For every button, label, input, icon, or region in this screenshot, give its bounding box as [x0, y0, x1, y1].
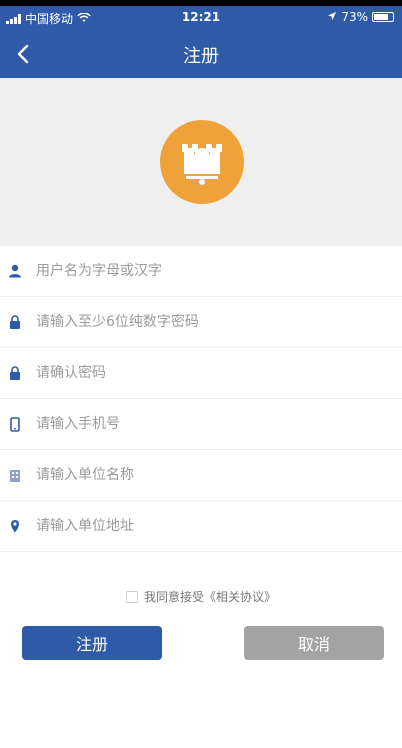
confirm-password-row — [0, 348, 402, 399]
location-arrow-icon — [327, 10, 337, 24]
password-input[interactable] — [36, 297, 402, 347]
logo-area — [0, 78, 402, 246]
company-address-input[interactable] — [36, 501, 402, 551]
password-row — [0, 297, 402, 348]
confirm-password-input[interactable] — [36, 348, 402, 398]
agreement-prefix: 我同意接受 — [143, 590, 204, 604]
status-bar: 中国移动 12:21 73% — [0, 6, 402, 28]
company-name-row — [0, 450, 402, 501]
register-button[interactable]: 注册 — [22, 626, 162, 660]
battery-percent: 73% — [341, 10, 368, 24]
cancel-button[interactable]: 取消 — [244, 626, 384, 660]
agreement-text: 我同意接受《相关协议》 — [144, 588, 276, 605]
app-logo — [160, 120, 244, 204]
register-form — [0, 246, 402, 552]
phone-input[interactable] — [36, 399, 402, 449]
lock-icon — [8, 314, 22, 330]
agreement-link[interactable]: 《相关协议》 — [204, 590, 276, 604]
location-icon — [8, 518, 22, 534]
agreement: 我同意接受《相关协议》 — [0, 588, 402, 605]
castle-bell-icon — [182, 144, 222, 185]
battery-icon — [372, 12, 394, 22]
company-address-row — [0, 501, 402, 552]
navbar: 注册 — [0, 32, 402, 76]
page-title: 注册 — [183, 46, 219, 67]
agree-checkbox[interactable] — [125, 590, 138, 603]
company-name-input[interactable] — [36, 450, 402, 500]
phone-icon — [8, 416, 22, 432]
building-icon — [8, 467, 22, 483]
lock-icon — [8, 365, 22, 381]
phone-row — [0, 399, 402, 450]
status-right: 73% — [327, 10, 394, 24]
user-icon — [8, 263, 22, 279]
header: 中国移动 12:21 73% 注册 — [0, 6, 402, 78]
username-input[interactable] — [36, 246, 402, 296]
username-row — [0, 246, 402, 297]
